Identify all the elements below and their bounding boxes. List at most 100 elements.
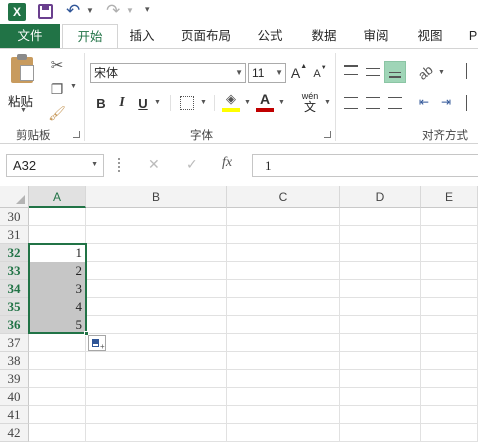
cell[interactable]	[421, 226, 478, 244]
copy-icon[interactable]: ❐	[46, 79, 68, 99]
redo-icon[interactable]: ↷	[106, 1, 120, 21]
bold-button[interactable]: B	[92, 93, 110, 113]
column-header-a[interactable]: A	[29, 186, 86, 208]
tab-review[interactable]: 审阅	[358, 24, 394, 48]
orientation-dropdown-icon[interactable]: ▼	[438, 69, 445, 76]
clipboard-launcher-icon[interactable]	[73, 131, 80, 138]
cell[interactable]	[86, 406, 227, 424]
cell[interactable]	[86, 424, 227, 442]
tab-page-layout[interactable]: 页面布局	[176, 24, 236, 48]
cell[interactable]	[340, 406, 421, 424]
undo-dropdown-icon[interactable]: ▼	[86, 6, 94, 15]
row-header-40[interactable]: 40	[0, 388, 29, 406]
insert-function-icon[interactable]: fx	[222, 155, 232, 171]
cell[interactable]	[421, 334, 478, 352]
cell[interactable]	[86, 262, 227, 280]
cell[interactable]	[421, 388, 478, 406]
undo-icon[interactable]: ↶	[66, 1, 80, 21]
cell[interactable]	[227, 406, 340, 424]
cell[interactable]	[227, 208, 340, 226]
formula-input[interactable]: 1	[252, 154, 478, 177]
phonetic-dropdown-icon[interactable]: ▼	[324, 99, 331, 106]
cell[interactable]	[421, 352, 478, 370]
cell[interactable]	[227, 370, 340, 388]
cell[interactable]	[29, 424, 86, 442]
row-header-31[interactable]: 31	[0, 226, 29, 244]
cell[interactable]	[86, 352, 227, 370]
shrink-font-button[interactable]: A ▼	[312, 65, 328, 83]
row-header-35[interactable]: 35	[0, 298, 29, 316]
cancel-icon[interactable]: ✕	[148, 156, 160, 173]
row-header-39[interactable]: 39	[0, 370, 29, 388]
cell[interactable]	[340, 208, 421, 226]
redo-dropdown-icon[interactable]: ▼	[126, 6, 134, 15]
tab-file[interactable]: 文件	[0, 24, 60, 48]
font-color-dropdown-icon[interactable]: ▼	[278, 99, 285, 106]
font-name-combo[interactable]: 宋体 ▼	[90, 63, 246, 83]
fill-color-icon[interactable]: ◈	[222, 91, 240, 107]
cell[interactable]	[421, 208, 478, 226]
cell[interactable]	[340, 388, 421, 406]
borders-icon[interactable]	[180, 96, 194, 110]
cell[interactable]	[227, 298, 340, 316]
row-header-36[interactable]: 36	[0, 316, 29, 334]
row-header-38[interactable]: 38	[0, 352, 29, 370]
cell[interactable]	[421, 280, 478, 298]
column-header-d[interactable]: D	[340, 186, 421, 208]
tab-data[interactable]: 数据	[306, 24, 342, 48]
cell[interactable]	[29, 388, 86, 406]
cell[interactable]	[86, 316, 227, 334]
font-launcher-icon[interactable]	[324, 131, 331, 138]
row-header-41[interactable]: 41	[0, 406, 29, 424]
row-header-34[interactable]: 34	[0, 280, 29, 298]
cell[interactable]	[227, 388, 340, 406]
cell[interactable]	[227, 334, 340, 352]
font-size-combo[interactable]: 11 ▼	[248, 63, 286, 83]
name-box-dropdown-icon[interactable]: ▼	[91, 161, 98, 168]
cell[interactable]	[421, 316, 478, 334]
column-header-c[interactable]: C	[227, 186, 340, 208]
cell[interactable]	[340, 244, 421, 262]
row-header-30[interactable]: 30	[0, 208, 29, 226]
grow-font-button[interactable]: A ▲	[290, 63, 308, 83]
align-top-icon[interactable]	[344, 65, 358, 75]
cell[interactable]	[421, 370, 478, 388]
cell[interactable]	[86, 208, 227, 226]
cell[interactable]	[421, 262, 478, 280]
italic-button[interactable]: I	[114, 93, 130, 113]
align-right-icon[interactable]	[388, 97, 402, 109]
underline-dropdown-icon[interactable]: ▼	[154, 99, 161, 106]
cell[interactable]	[340, 280, 421, 298]
cell[interactable]	[86, 226, 227, 244]
cell[interactable]	[29, 208, 86, 226]
cell[interactable]	[86, 280, 227, 298]
cell[interactable]	[227, 244, 340, 262]
cell[interactable]	[227, 424, 340, 442]
cell[interactable]	[227, 352, 340, 370]
cell[interactable]	[227, 226, 340, 244]
cell[interactable]	[340, 298, 421, 316]
cell[interactable]	[227, 280, 340, 298]
align-left-icon[interactable]	[344, 97, 358, 109]
cell[interactable]	[421, 244, 478, 262]
paste-button[interactable]: 粘贴 ▼	[6, 53, 44, 114]
underline-button[interactable]: U	[136, 93, 150, 113]
cell[interactable]	[29, 370, 86, 388]
cell[interactable]	[227, 316, 340, 334]
column-header-b[interactable]: B	[86, 186, 227, 208]
cell[interactable]	[421, 424, 478, 442]
row-header-42[interactable]: 42	[0, 424, 29, 442]
cell[interactable]	[340, 352, 421, 370]
cell[interactable]	[340, 370, 421, 388]
cut-icon[interactable]: ✂	[46, 55, 68, 75]
select-all-button[interactable]	[0, 186, 29, 208]
cell[interactable]	[29, 352, 86, 370]
copy-dropdown-icon[interactable]: ▼	[70, 83, 77, 90]
orientation-icon[interactable]: ab	[412, 59, 437, 84]
cell[interactable]	[421, 298, 478, 316]
row-header-32[interactable]: 32	[0, 244, 29, 262]
tab-home[interactable]: 开始	[62, 24, 118, 49]
tab-insert[interactable]: 插入	[124, 24, 160, 48]
name-box[interactable]: A32 ▼	[6, 154, 104, 177]
tab-formulas[interactable]: 公式	[252, 24, 288, 48]
